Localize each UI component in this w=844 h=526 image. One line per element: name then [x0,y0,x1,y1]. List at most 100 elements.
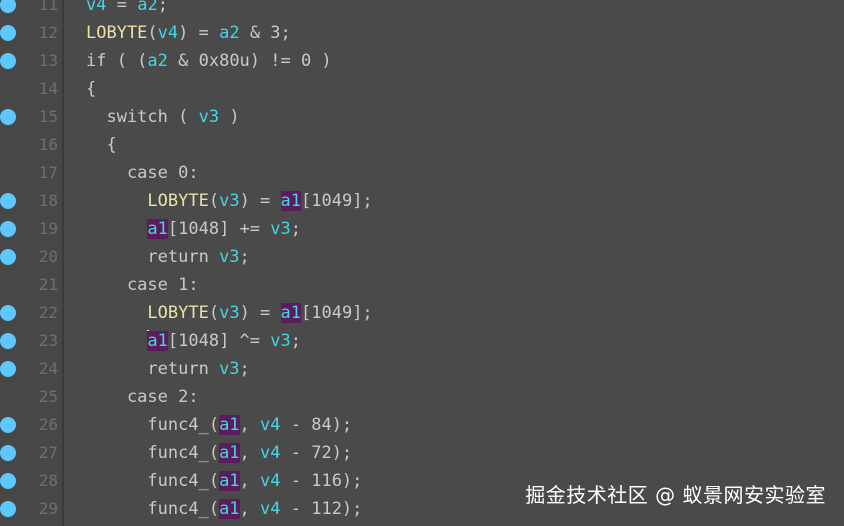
variable-token[interactable]: v4 [158,23,178,43]
code-token: func4_( [86,443,220,463]
variable-token[interactable]: v4 [260,415,280,435]
breakpoint-marker-icon[interactable] [0,53,16,69]
highlighted-identifier[interactable]: a1 [147,331,168,351]
breakpoint-marker-icon[interactable] [0,249,16,265]
code-line[interactable]: 14 { [0,75,844,103]
breakpoint-marker-icon[interactable] [0,193,16,209]
highlighted-identifier[interactable]: a1 [219,443,240,463]
code-line[interactable]: 17 case 0: [0,159,844,187]
highlighted-identifier[interactable]: a1 [219,499,240,519]
code-text[interactable]: a1[1048] += v3; [86,217,301,241]
code-line[interactable]: 15 switch ( v3 ) [0,103,844,131]
code-token: ; [157,0,168,15]
code-text[interactable]: if ( (a2 & 0x80u) != 0 ) [86,49,332,73]
code-token: - 116); [280,471,363,491]
code-text[interactable]: func4_(a1, v4 - 112); [86,497,362,521]
highlighted-identifier[interactable]: a1 [147,219,168,239]
highlighted-identifier[interactable]: a1 [280,303,302,323]
variable-token[interactable]: v3 [199,107,219,127]
line-number: 11 [38,0,58,14]
code-text[interactable]: return v3; [86,357,249,381]
code-token: ; [290,331,301,351]
code-line[interactable]: 27 func4_(a1, v4 - 72); [0,439,844,467]
variable-token[interactable]: v3 [270,219,290,239]
code-token: switch ( [86,107,199,127]
variable-token[interactable]: v4 [260,471,280,491]
breakpoint-marker-icon[interactable] [0,361,16,377]
watermark: 掘金技术社区 @ 蚁景网安实验室 [525,483,826,507]
code-text[interactable]: case 0: [86,161,199,185]
code-line[interactable]: 16 { [0,131,844,159]
code-line[interactable]: 21 case 1: [0,271,844,299]
code-token: ) = [178,23,220,43]
code-text[interactable]: switch ( v3 ) [86,105,239,129]
macro-token[interactable]: LOBYTE [147,303,208,323]
highlighted-identifier[interactable]: a1 [280,191,302,211]
code-text[interactable]: LOBYTE(v3) = a1[1049]; [86,301,373,325]
breakpoint-marker-icon[interactable] [0,0,16,13]
code-text[interactable]: return v3; [86,245,250,269]
variable-token[interactable]: v3 [270,331,290,351]
variable-token[interactable]: v3 [219,303,239,323]
code-line[interactable]: 23 a1[1048] ^= v3; [0,327,844,355]
code-text[interactable]: { [86,77,96,101]
code-text[interactable]: { [86,133,116,157]
code-token: & 3; [239,23,291,43]
variable-token[interactable]: v4 [260,443,280,463]
code-token: ( [208,303,220,323]
code-token: case 1: [86,275,199,295]
highlighted-identifier[interactable]: a1 [219,415,240,435]
highlighted-identifier[interactable]: a1 [219,471,240,491]
code-line[interactable]: 24 return v3; [0,355,844,383]
code-text[interactable]: v4 = a2; [86,0,168,17]
code-line[interactable]: 11 v4 = a2; [0,0,844,19]
breakpoint-marker-icon[interactable] [0,305,16,321]
code-text[interactable]: func4_(a1, v4 - 72); [86,441,352,465]
code-text[interactable]: case 2: [86,385,199,409]
variable-token[interactable]: v4 [260,499,280,519]
code-text[interactable]: a1[1048] ^= v3; [86,329,301,353]
code-token: return [86,247,220,267]
breakpoint-marker-icon[interactable] [0,109,16,125]
variable-token[interactable]: v3 [219,359,239,379]
code-token: [1049]; [301,191,373,211]
code-editor[interactable]: 11 v4 = a2; 12 LOBYTE(v4) = a2 & 3; 13 if ( (… [0,0,844,526]
variable-token[interactable]: a2 [219,23,239,43]
breakpoint-marker-icon[interactable] [0,333,16,349]
code-token: [1049]; [301,303,373,323]
code-text[interactable]: LOBYTE(v4) = a2 & 3; [86,21,291,45]
code-line[interactable]: 19 a1[1048] += v3; [0,215,844,243]
breakpoint-marker-icon[interactable] [0,473,16,489]
breakpoint-marker-icon[interactable] [0,501,16,517]
code-token: , [239,499,261,519]
breakpoint-marker-icon[interactable] [0,25,16,41]
variable-token[interactable]: v3 [219,191,239,211]
variable-token[interactable]: a2 [137,0,157,15]
code-line[interactable]: 26 func4_(a1, v4 - 84); [0,411,844,439]
line-number: 19 [38,219,58,238]
code-token: ( [147,23,158,43]
code-line[interactable]: 18 LOBYTE(v3) = a1[1049]; [0,187,844,215]
macro-token[interactable]: LOBYTE [147,191,208,211]
code-line[interactable]: 20 return v3; [0,243,844,271]
code-line[interactable]: 22 LOBYTE(v3) = a1[1049]; [0,299,844,327]
variable-token[interactable]: a2 [147,51,167,71]
breakpoint-marker-icon[interactable] [0,417,16,433]
code-text[interactable]: LOBYTE(v3) = a1[1049]; [86,189,373,213]
code-text[interactable]: func4_(a1, v4 - 84); [86,413,352,437]
macro-token[interactable]: LOBYTE [86,23,147,43]
code-text[interactable]: func4_(a1, v4 - 116); [86,469,362,493]
variable-token[interactable]: v4 [86,0,106,15]
code-line[interactable]: 12 LOBYTE(v4) = a2 & 3; [0,19,844,47]
code-token: ; [239,247,250,267]
code-text[interactable]: case 1: [86,273,199,297]
code-token: - 72); [280,443,353,463]
code-line[interactable]: 13 if ( (a2 & 0x80u) != 0 ) [0,47,844,75]
breakpoint-marker-icon[interactable] [0,221,16,237]
breakpoint-marker-icon[interactable] [0,445,16,461]
code-line[interactable]: 25 case 2: [0,383,844,411]
line-number: 28 [38,471,58,490]
line-number: 18 [38,191,58,210]
variable-token[interactable]: v3 [219,247,239,267]
